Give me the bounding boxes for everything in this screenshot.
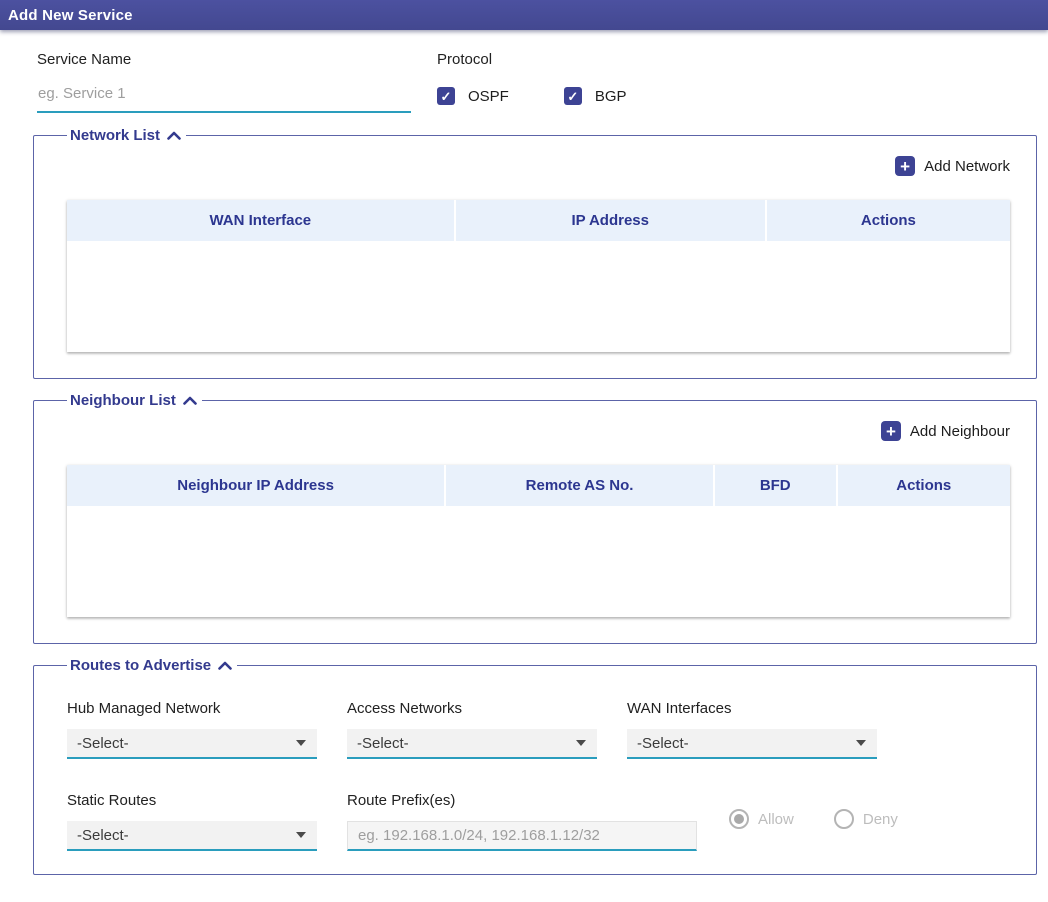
route-prefixes-label: Route Prefix(es) (347, 792, 697, 809)
plus-icon[interactable]: + (895, 156, 915, 176)
add-network-button[interactable]: + Add Network (67, 156, 1010, 176)
chevron-up-icon[interactable] (167, 131, 181, 140)
dialog-title: Add New Service (8, 7, 133, 24)
caret-down-icon (856, 740, 866, 746)
protocol-field-group: Protocol ✓ OSPF ✓ BGP (437, 51, 627, 113)
service-name-field-group: Service Name (37, 51, 437, 113)
policy-radio-row: Allow Deny (729, 804, 898, 834)
network-table-header: WAN Interface IP Address Actions (67, 200, 1010, 241)
network-list-section: Network List + Add Network WAN Interface… (33, 127, 1037, 379)
routes-to-advertise-legend-label: Routes to Advertise (70, 657, 211, 674)
wan-interfaces-label: WAN Interfaces (627, 700, 877, 717)
network-table-body-empty (67, 241, 1010, 352)
routes-row-2: Static Routes -Select- Route Prefix(es) … (67, 792, 1010, 874)
protocol-label: Protocol (437, 51, 627, 68)
static-routes-field-group: Static Routes -Select- (67, 792, 317, 851)
network-list-legend-label: Network List (70, 127, 160, 144)
hub-managed-network-select[interactable]: -Select- (67, 729, 317, 759)
column-header-actions: Actions (765, 200, 1010, 241)
access-networks-field-group: Access Networks -Select- (347, 700, 597, 759)
chevron-up-icon[interactable] (183, 396, 197, 405)
column-header-remote-as-no: Remote AS No. (444, 465, 713, 506)
add-network-label: Add Network (924, 158, 1010, 175)
static-routes-label: Static Routes (67, 792, 317, 809)
allow-radio-label: Allow (758, 811, 794, 828)
column-header-neighbour-ip-address: Neighbour IP Address (67, 465, 444, 506)
caret-down-icon (296, 832, 306, 838)
service-name-label: Service Name (37, 51, 437, 68)
add-neighbour-label: Add Neighbour (910, 423, 1010, 440)
chevron-up-icon[interactable] (218, 661, 232, 670)
deny-radio-label: Deny (863, 811, 898, 828)
route-prefixes-input[interactable] (347, 821, 697, 851)
network-table: WAN Interface IP Address Actions (67, 200, 1010, 352)
column-header-ip-address: IP Address (454, 200, 765, 241)
routes-to-advertise-legend-toggle[interactable]: Routes to Advertise (67, 657, 237, 674)
neighbour-table: Neighbour IP Address Remote AS No. BFD A… (67, 465, 1010, 617)
column-header-actions: Actions (836, 465, 1010, 506)
wan-interfaces-field-group: WAN Interfaces -Select- (627, 700, 877, 759)
neighbour-list-legend-label: Neighbour List (70, 392, 176, 409)
radio-unselected-icon[interactable] (834, 809, 854, 829)
static-routes-select[interactable]: -Select- (67, 821, 317, 851)
caret-down-icon (296, 740, 306, 746)
protocol-options: ✓ OSPF ✓ BGP (437, 87, 627, 105)
bgp-checkbox-group[interactable]: ✓ BGP (564, 87, 627, 105)
caret-down-icon (576, 740, 586, 746)
neighbour-table-body-empty (67, 506, 1010, 617)
hub-managed-network-label: Hub Managed Network (67, 700, 317, 717)
hub-managed-network-field-group: Hub Managed Network -Select- (67, 700, 317, 759)
ospf-checkbox-label: OSPF (468, 88, 509, 105)
static-routes-select-value: -Select- (77, 827, 129, 844)
network-list-legend-toggle[interactable]: Network List (67, 127, 186, 144)
dialog-header: Add New Service (0, 0, 1048, 30)
access-networks-select-value: -Select- (357, 735, 409, 752)
radio-selected-icon[interactable] (729, 809, 749, 829)
routes-row-1: Hub Managed Network -Select- Access Netw… (67, 700, 1010, 759)
deny-radio-group[interactable]: Deny (834, 809, 898, 829)
plus-icon[interactable]: + (881, 421, 901, 441)
route-prefixes-field-group: Route Prefix(es) (347, 792, 697, 851)
neighbour-list-legend-toggle[interactable]: Neighbour List (67, 392, 202, 409)
wan-interfaces-select-value: -Select- (637, 735, 689, 752)
column-header-bfd: BFD (713, 465, 836, 506)
allow-radio-group[interactable]: Allow (729, 809, 794, 829)
service-name-input[interactable] (37, 85, 411, 113)
routes-to-advertise-section: Routes to Advertise Hub Managed Network … (33, 657, 1037, 875)
check-icon[interactable]: ✓ (437, 87, 455, 105)
neighbour-table-header: Neighbour IP Address Remote AS No. BFD A… (67, 465, 1010, 506)
hub-managed-network-select-value: -Select- (77, 735, 129, 752)
column-header-wan-interface: WAN Interface (67, 200, 454, 241)
neighbour-list-section: Neighbour List + Add Neighbour Neighbour… (33, 392, 1037, 644)
check-icon[interactable]: ✓ (564, 87, 582, 105)
access-networks-label: Access Networks (347, 700, 597, 717)
access-networks-select[interactable]: -Select- (347, 729, 597, 759)
add-neighbour-button[interactable]: + Add Neighbour (67, 421, 1010, 441)
ospf-checkbox-group[interactable]: ✓ OSPF (437, 87, 509, 105)
top-form-row: Service Name Protocol ✓ OSPF ✓ BGP (0, 51, 1048, 113)
wan-interfaces-select[interactable]: -Select- (627, 729, 877, 759)
bgp-checkbox-label: BGP (595, 88, 627, 105)
